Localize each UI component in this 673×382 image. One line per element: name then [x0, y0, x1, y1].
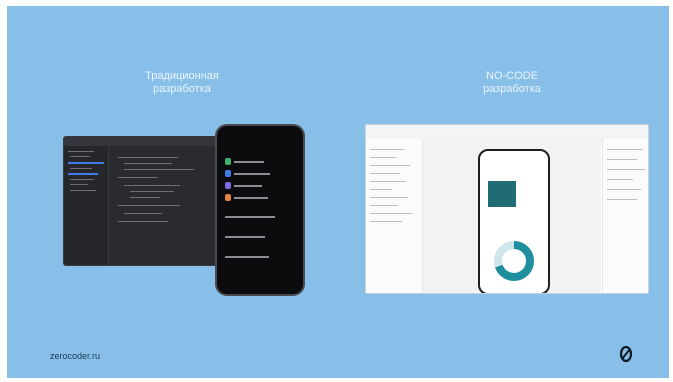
zerocoder-logo-icon [619, 345, 633, 363]
nocode-builder-screenshot [365, 124, 649, 294]
traditional-heading-line-2: разработка [153, 83, 211, 95]
builder-properties-panel [602, 139, 648, 293]
traditional-heading-line-1: Традиционная [145, 70, 219, 82]
nocode-heading-line-2: разработка [483, 83, 541, 95]
footer-website-url[interactable]: zerocoder.ru [50, 351, 100, 361]
ide-file-tree [64, 146, 109, 265]
nocode-heading-line-1: NO-CODE [486, 70, 538, 82]
native-app-phone [215, 124, 305, 296]
traditional-dev-heading: Традиционная разработка [97, 70, 267, 96]
slide: Традиционная разработка NO-CODE разработ… [7, 6, 669, 378]
builder-layers-panel [366, 139, 423, 293]
builder-toolbar [366, 125, 648, 140]
app-chart-block [488, 181, 516, 207]
donut-chart-icon [494, 241, 534, 281]
nocode-app-phone [478, 149, 550, 293]
nocode-dev-heading: NO-CODE разработка [427, 70, 597, 96]
